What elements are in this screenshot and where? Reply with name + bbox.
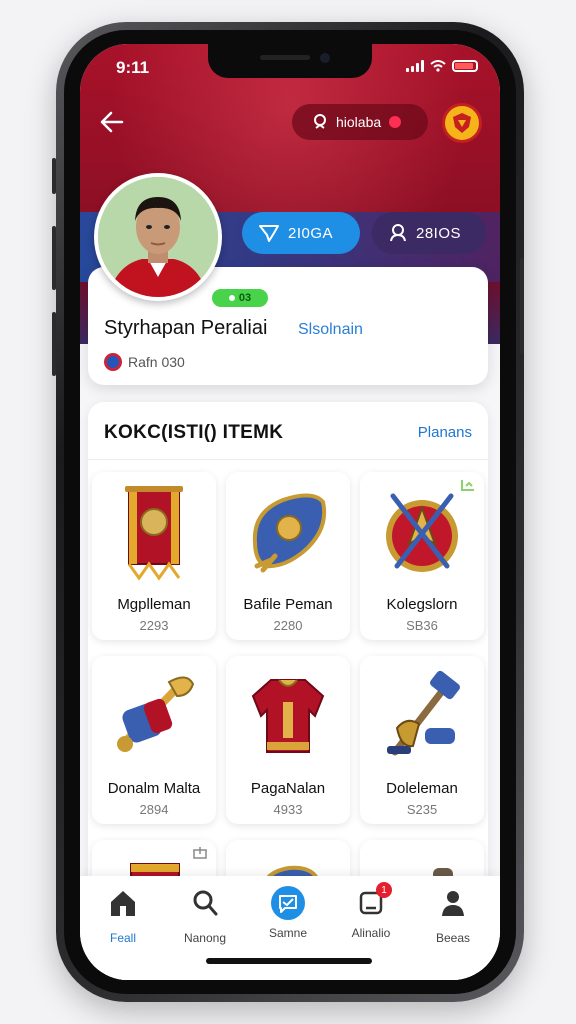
- app-screen: 9:11 hiolaba 2I0GA 28IOS 03 Styrhapan Pe…: [80, 44, 500, 980]
- item-card[interactable]: Mgplleman 2293: [92, 472, 216, 640]
- item-name: Mgplleman: [117, 596, 191, 613]
- nav-tab-label: Alinalio: [351, 926, 391, 940]
- item-value: 2894: [139, 802, 169, 817]
- item-name: PagaNalan: [250, 780, 326, 797]
- online-dot-icon: [228, 295, 235, 301]
- item-name: Doleleman: [386, 780, 458, 797]
- nav-tab-profile[interactable]: Beeas: [418, 886, 488, 945]
- item-value: 2293: [139, 618, 169, 633]
- profile-name: Styrhapan Peraliai: [104, 317, 268, 339]
- nav-tab-home[interactable]: Feall: [88, 886, 158, 945]
- home-indicator[interactable]: [206, 958, 372, 964]
- team-crest-icon: [453, 113, 471, 133]
- nav-tab-label: Samne: [268, 926, 308, 940]
- nav-tab-label: Feall: [109, 931, 136, 945]
- item-name: Kolegslorn: [386, 596, 458, 613]
- item-name: Donalm Malta: [107, 780, 201, 797]
- bottom-nav: Feall Nanong Samne 1 Alinalio Beeas: [80, 876, 500, 980]
- war-horn-icon: [117, 676, 195, 752]
- hammer-icon: [387, 670, 460, 756]
- stat-followers-value: 2I0GA: [288, 224, 334, 242]
- profile-subtitle-link[interactable]: Slsolnain: [298, 321, 363, 339]
- status-time: 9:11: [116, 58, 150, 77]
- user-group-icon: [390, 224, 406, 242]
- battery-icon: [452, 60, 478, 72]
- signal-icon: [406, 60, 424, 72]
- notch: [208, 44, 372, 78]
- player-portrait-icon: [98, 177, 218, 297]
- level-value: 03: [238, 292, 252, 304]
- search-icon: [193, 890, 218, 916]
- search-icon: [314, 114, 326, 129]
- profile-id-text: Rafn 030: [128, 354, 185, 370]
- profile-icon: [442, 891, 464, 916]
- shield-icon: [259, 225, 279, 242]
- wifi-icon: [430, 60, 446, 72]
- live-dot-icon: [389, 116, 402, 128]
- team-logo-badge[interactable]: [442, 103, 482, 143]
- stat-following-value: 28IOS: [416, 224, 462, 242]
- stat-pill-followers[interactable]: 2I0GA: [242, 212, 360, 254]
- item-value: 4933: [273, 802, 303, 817]
- chat-icon: [271, 886, 305, 920]
- armor-icon: [251, 679, 325, 753]
- item-card[interactable]: Donalm Malta 2894: [92, 656, 216, 824]
- nav-tab-label: Beeas: [435, 931, 471, 945]
- item-card[interactable]: PagaNalan 4933: [226, 656, 350, 824]
- back-arrow-icon[interactable]: [98, 108, 126, 136]
- search-pill-text: hiolaba: [336, 114, 382, 130]
- item-card[interactable]: Kolegslorn SB36: [360, 472, 484, 640]
- status-icons: [406, 60, 478, 72]
- nav-tab-notifications[interactable]: 1 Alinalio: [336, 882, 406, 940]
- notification-badge: 1: [376, 882, 392, 898]
- banner-icon: [125, 486, 183, 581]
- volume-down-button: [52, 312, 56, 376]
- collection-header: KOKC(ISTI() ITEMK Planans: [88, 402, 488, 460]
- nav-tab-search[interactable]: Nanong: [170, 886, 240, 945]
- collection-title: KOKC(ISTI() ITEMK: [104, 422, 284, 443]
- shield-emblem-icon: [252, 493, 326, 573]
- item-name: Bafile Peman: [243, 596, 333, 613]
- notification-icon: 1: [354, 882, 392, 920]
- crest-emblem-icon: [386, 493, 458, 572]
- home-icon: [111, 891, 135, 916]
- chat-bubble-icon: [279, 895, 297, 913]
- front-camera: [320, 53, 330, 63]
- item-value: SB36: [406, 618, 438, 633]
- stat-pill-following[interactable]: 28IOS: [372, 212, 486, 254]
- item-card[interactable]: Bafile Peman 2280: [226, 472, 350, 640]
- level-badge: 03: [212, 289, 268, 307]
- item-value: S235: [406, 802, 438, 817]
- nav-tab-chat[interactable]: Samne: [253, 886, 323, 940]
- item-card[interactable]: Doleleman S235: [360, 656, 484, 824]
- avatar[interactable]: [94, 173, 222, 301]
- item-value: 2280: [273, 618, 303, 633]
- mute-switch: [52, 158, 56, 194]
- profile-id-row: Rafn 030: [104, 353, 185, 371]
- nav-tab-label: Nanong: [183, 931, 227, 945]
- avatar-photo: [98, 177, 218, 297]
- club-coin-icon: [104, 353, 122, 371]
- collection-see-all-link[interactable]: Planans: [418, 424, 472, 441]
- power-button: [520, 258, 524, 354]
- volume-up-button: [52, 226, 56, 290]
- search-pill[interactable]: hiolaba: [292, 104, 428, 140]
- speaker-grille: [260, 55, 310, 60]
